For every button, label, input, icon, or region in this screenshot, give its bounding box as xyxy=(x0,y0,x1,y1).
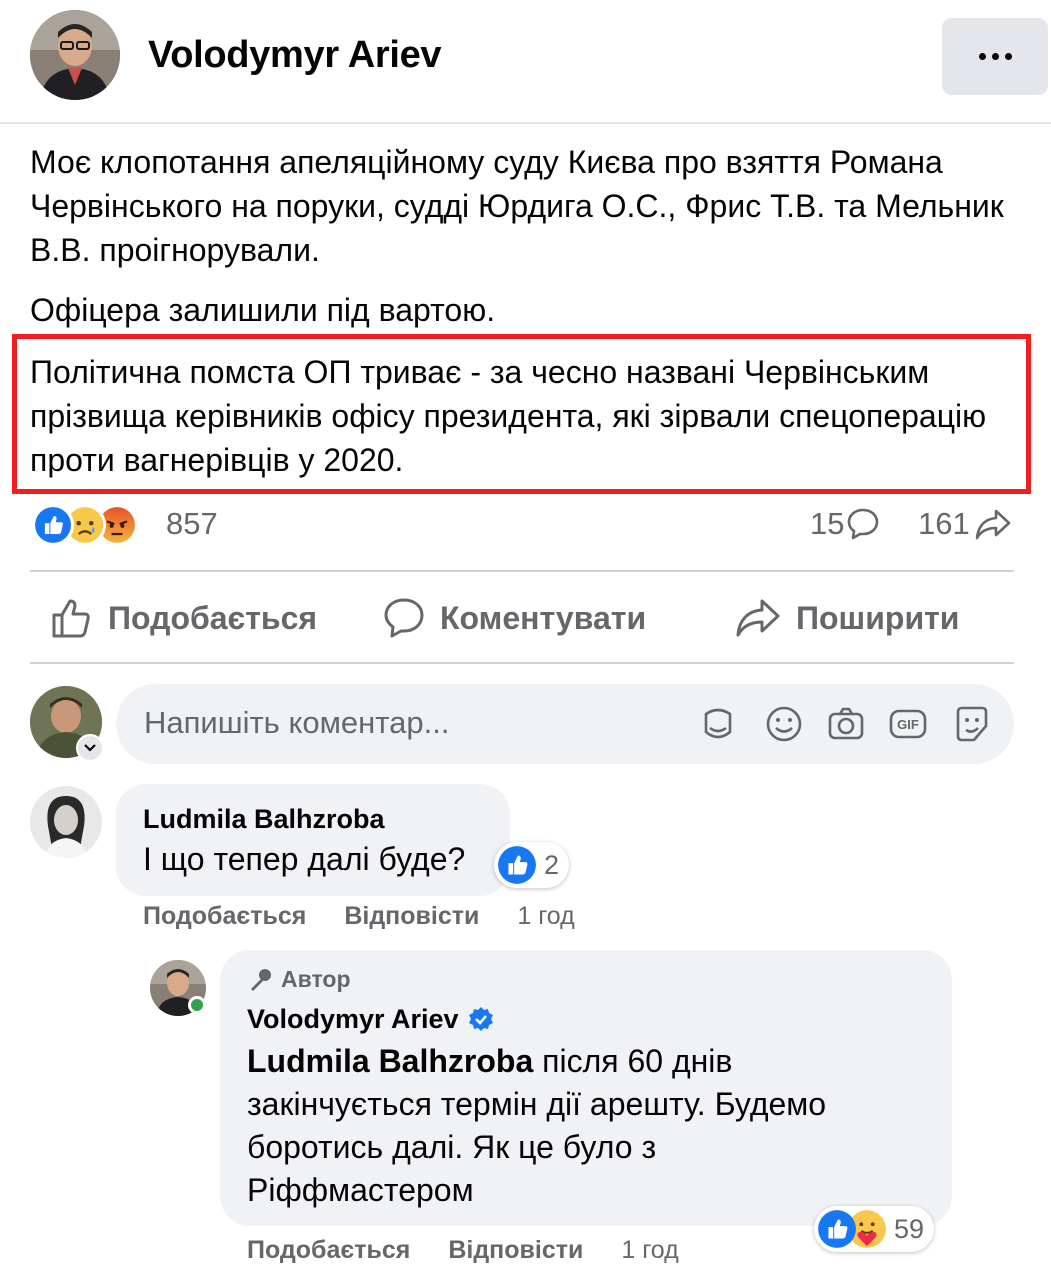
camera-icon[interactable] xyxy=(826,704,866,744)
gif-icon[interactable]: GIF xyxy=(888,704,928,744)
svg-text:GIF: GIF xyxy=(897,717,919,732)
reply-mention[interactable]: Ludmila Balhzroba xyxy=(247,1043,533,1079)
reply-like-button[interactable]: Подобається xyxy=(247,1236,410,1265)
share-button[interactable]: Поширити xyxy=(734,596,959,640)
reaction-count[interactable]: 857 xyxy=(166,506,218,542)
like-reaction-icon xyxy=(32,504,74,546)
online-status-dot xyxy=(188,996,206,1014)
chevron-down-icon xyxy=(84,744,96,752)
post-action-bar: Подобається Коментувати Поширити xyxy=(30,574,1014,662)
divider xyxy=(30,662,1014,664)
post-paragraph: Моє клопотання апеляційному суду Києва п… xyxy=(30,144,1004,268)
comment-input-placeholder: Напишіть коментар... xyxy=(144,705,450,740)
comment-timestamp[interactable]: 1 год xyxy=(517,902,574,931)
author-badge: Автор xyxy=(247,966,351,993)
like-label: Подобається xyxy=(108,599,318,636)
comment-bubble-icon xyxy=(848,508,879,540)
reactions-summary: 857 15 161 xyxy=(30,500,1020,550)
comment-count-value: 15 xyxy=(810,506,845,541)
comment-reply-button[interactable]: Відповісти xyxy=(344,902,479,931)
reply-reaction-count: 59 xyxy=(894,1213,925,1244)
divider xyxy=(30,570,1014,572)
reply-text-line: боротись далі. Як це було з xyxy=(247,1129,657,1165)
comment-count[interactable]: 15 xyxy=(810,506,880,542)
reply-meta: Подобається Відповісти 1 год xyxy=(247,1236,717,1265)
sticker-icon[interactable] xyxy=(952,704,992,744)
account-switch-button[interactable] xyxy=(76,734,104,762)
post-author-name[interactable]: Volodymyr Ariev xyxy=(148,34,442,77)
reply-author[interactable]: Volodymyr Ariev xyxy=(247,1004,459,1035)
verified-badge-icon xyxy=(468,1006,493,1031)
avatar-sticker-icon[interactable] xyxy=(698,704,738,744)
comment-author[interactable]: Ludmila Balhzroba xyxy=(143,804,385,835)
comment-bubble: Ludmila Balhzroba І що тепер далі буде? xyxy=(116,784,510,896)
reaction-icons[interactable] xyxy=(32,504,138,546)
reply-bubble: Автор Volodymyr Ariev Ludmila Balhzroba … xyxy=(220,950,952,1226)
highlight-annotation-box xyxy=(12,334,1031,494)
like-reaction-icon xyxy=(818,1210,856,1248)
emoji-icon[interactable] xyxy=(764,704,804,744)
more-options-button[interactable] xyxy=(942,18,1048,95)
share-count-value: 161 xyxy=(918,506,970,541)
comment-text: І що тепер далі буде? xyxy=(143,841,466,877)
post-header: Volodymyr Ariev xyxy=(0,0,1051,124)
comment-input[interactable]: Напишіть коментар... GIF xyxy=(116,684,1014,764)
share-arrow-icon xyxy=(975,509,1011,540)
post-paragraph: Офіцера залишили під вартою. xyxy=(30,292,496,328)
comment-icon xyxy=(384,598,424,638)
like-button[interactable]: Подобається xyxy=(50,596,317,640)
comment-label: Коментувати xyxy=(440,599,647,636)
more-icon xyxy=(978,53,986,60)
comment-reactions[interactable]: 2 xyxy=(494,842,570,888)
comment-meta: Подобається Відповісти 1 год xyxy=(143,902,613,931)
reply-text-line: після 60 днів xyxy=(533,1043,733,1079)
share-count[interactable]: 161 xyxy=(918,506,1012,542)
author-avatar[interactable] xyxy=(30,10,120,100)
comment-reaction-count: 2 xyxy=(544,849,560,880)
share-label: Поширити xyxy=(796,599,960,636)
microphone-icon xyxy=(251,968,271,991)
comment-button[interactable]: Коментувати xyxy=(382,596,646,640)
commenter-avatar[interactable] xyxy=(30,786,102,858)
reply-reactions[interactable]: 59 xyxy=(814,1206,935,1252)
thumbs-up-icon xyxy=(52,599,90,638)
like-reaction-icon xyxy=(498,846,536,884)
reply-text-line: закінчується термін дії арешту. Будемо xyxy=(247,1086,827,1122)
comment-like-button[interactable]: Подобається xyxy=(143,902,306,931)
author-badge-label: Автор xyxy=(281,966,351,992)
reply-text: Ludmila Balhzroba після 60 днів закінчує… xyxy=(247,1040,937,1212)
reply-reply-button[interactable]: Відповісти xyxy=(448,1236,583,1265)
share-icon xyxy=(736,599,780,637)
reply-timestamp[interactable]: 1 год xyxy=(621,1236,678,1265)
reply-author-row: Volodymyr Ariev xyxy=(247,1004,495,1035)
